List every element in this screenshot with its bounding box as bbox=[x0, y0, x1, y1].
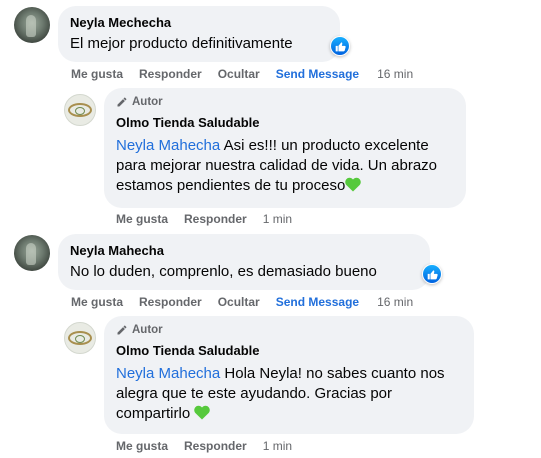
reply-button[interactable]: Responder bbox=[184, 438, 247, 454]
reply-actions: Me gusta Responder 1 min bbox=[116, 211, 292, 227]
avatar[interactable] bbox=[64, 94, 96, 126]
green-heart-icon bbox=[194, 405, 211, 422]
author-badge-label: Autor bbox=[132, 324, 163, 336]
reply-button[interactable]: Responder bbox=[139, 294, 202, 310]
timestamp[interactable]: 1 min bbox=[263, 438, 292, 454]
timestamp[interactable]: 1 min bbox=[263, 211, 292, 227]
pen-icon bbox=[117, 325, 127, 335]
reply-actions: Me gusta Responder 1 min bbox=[116, 438, 292, 454]
mention-link[interactable]: Neyla Mahecha bbox=[116, 365, 220, 382]
reply-button[interactable]: Responder bbox=[139, 66, 202, 82]
reply-bubble: Autor Olmo Tienda Saludable Neyla Mahech… bbox=[104, 88, 466, 208]
like-button[interactable]: Me gusta bbox=[116, 438, 168, 454]
green-heart-icon bbox=[345, 177, 362, 194]
comment-actions: Me gusta Responder Ocultar Send Message … bbox=[71, 294, 413, 310]
send-message-button[interactable]: Send Message bbox=[276, 294, 359, 310]
avatar[interactable] bbox=[64, 322, 96, 354]
like-reaction-icon[interactable] bbox=[330, 36, 350, 56]
like-button[interactable]: Me gusta bbox=[71, 66, 123, 82]
comment-text: No lo duden, comprenlo, es demasiado bue… bbox=[70, 263, 377, 280]
hide-button[interactable]: Ocultar bbox=[218, 294, 260, 310]
comment-author[interactable]: Olmo Tienda Saludable bbox=[116, 114, 454, 131]
comment-author[interactable]: Neyla Mahecha bbox=[70, 242, 418, 259]
pen-icon bbox=[117, 97, 127, 107]
like-button[interactable]: Me gusta bbox=[71, 294, 123, 310]
hide-button[interactable]: Ocultar bbox=[218, 66, 260, 82]
comment-bubble: Neyla Mahecha No lo duden, comprenlo, es… bbox=[58, 234, 430, 290]
comment-text: Neyla Mahecha Asi es!!! un producto exce… bbox=[116, 136, 456, 196]
reply-bubble: Autor Olmo Tienda Saludable Neyla Mahech… bbox=[104, 316, 474, 434]
like-reaction-icon[interactable] bbox=[422, 264, 442, 284]
mention-link[interactable]: Neyla Mahecha bbox=[116, 137, 220, 154]
like-button[interactable]: Me gusta bbox=[116, 211, 168, 227]
author-badge: Autor bbox=[116, 95, 454, 109]
reply-button[interactable]: Responder bbox=[184, 211, 247, 227]
avatar[interactable] bbox=[14, 7, 50, 43]
comment-text: El mejor producto definitivamente bbox=[70, 35, 293, 52]
comment-text: Neyla Mahecha Hola Neyla! no sabes cuant… bbox=[116, 364, 464, 424]
send-message-button[interactable]: Send Message bbox=[276, 66, 359, 82]
author-badge-label: Autor bbox=[132, 96, 163, 108]
timestamp[interactable]: 16 min bbox=[377, 294, 413, 310]
comment-author[interactable]: Neyla Mechecha bbox=[70, 14, 328, 31]
author-badge: Autor bbox=[116, 323, 462, 337]
comment-bubble: Neyla Mechecha El mejor producto definit… bbox=[58, 6, 340, 62]
avatar[interactable] bbox=[14, 235, 50, 271]
timestamp[interactable]: 16 min bbox=[377, 66, 413, 82]
comment-author[interactable]: Olmo Tienda Saludable bbox=[116, 342, 462, 359]
comment-actions: Me gusta Responder Ocultar Send Message … bbox=[71, 66, 413, 82]
